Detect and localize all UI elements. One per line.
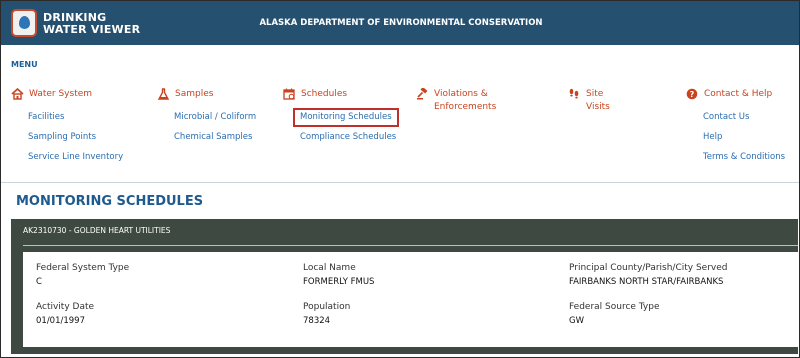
menu-link-contact-us[interactable]: Contact Us [703,112,785,123]
menu-link-terms-conditions[interactable]: Terms & Conditions [703,152,785,163]
field-principal-county: Principal County/Parish/City Served FAIR… [569,263,728,287]
menu-title: MENU [11,60,38,69]
field-local-name: Local Name FORMERLY FMUS [303,263,374,287]
menu-col-contact-help: ? Contact & Help Contact Us Help Terms &… [686,88,785,172]
menu-header-label-line2: Visits [586,102,610,112]
menu-header-label-line1: Violations & [434,89,488,99]
menu-header-label: Schedules [301,89,348,99]
field-activity-date: Activity Date 01/01/1997 [36,302,94,326]
panel-divider [23,245,798,246]
menu-link-compliance-schedules[interactable]: Compliance Schedules [300,132,399,143]
menu-link-facilities[interactable]: Facilities [28,112,123,123]
menu-link-monitoring-schedules[interactable]: Monitoring Schedules [293,108,399,127]
field-label: Population [303,302,351,312]
menu-header-water-system[interactable]: Water System [11,87,123,101]
field-label: Activity Date [36,302,95,312]
menu-header-contact-help[interactable]: ? Contact & Help [686,88,785,101]
page-title: MONITORING SCHEDULES [16,194,204,209]
field-population: Population 78324 [303,302,350,326]
menu-header-label-line1: Site [586,89,604,99]
menu-divider [1,182,799,183]
menu-header-label: Samples [175,89,214,99]
menu-col-site-visits: Site Visits [568,88,610,114]
menu-link-microbial-coliform[interactable]: Microbial / Coliform [174,112,256,123]
footprints-icon [568,88,581,100]
field-value: C [36,277,42,287]
menu-col-water-system: Water System Facilities Sampling Points … [11,87,123,172]
menu-col-samples: Samples Microbial / Coliform Chemical Sa… [157,88,256,152]
menu-header-label-line2: Enforcements [434,102,497,112]
gavel-icon [416,87,429,100]
house-icon [11,87,24,100]
field-value: 01/01/1997 [36,316,85,326]
menu-link-sampling-points[interactable]: Sampling Points [28,132,123,143]
field-value: FORMERLY FMUS [303,277,375,287]
menu-header-site-visits[interactable]: Site Visits [568,88,610,114]
menu-col-violations: Violations & Enforcements [416,87,497,114]
field-label: Principal County/Parish/City Served [569,263,728,273]
menu-header-label: Contact & Help [704,89,773,99]
menu-link-service-line-inventory[interactable]: Service Line Inventory [28,152,123,163]
field-label: Federal Source Type [569,302,660,312]
menu-header-samples[interactable]: Samples [157,88,256,101]
field-label: Local Name [303,263,356,273]
field-value: GW [569,316,584,326]
app-header: DRINKING WATER VIEWER ALASKA DEPARTMENT … [1,1,799,45]
menu-header-schedules[interactable]: Schedules [283,88,399,101]
field-federal-system-type: Federal System Type C [36,263,129,287]
menu-col-schedules: Schedules Monitoring Schedules Complianc… [283,88,399,152]
menu-header-label: Water System [29,89,93,99]
field-value: 78324 [303,316,331,326]
system-panel: AK2310730 - GOLDEN HEART UTILITIES Feder… [11,219,798,354]
department-name: ALASKA DEPARTMENT OF ENVIRONMENTAL CONSE… [259,18,543,28]
flask-icon [157,88,170,100]
field-value: FAIRBANKS NORTH STAR/FAIRBANKS [569,277,724,287]
help-icon: ? [686,88,699,100]
svg-text:?: ? [690,90,695,99]
calendar-icon [283,88,296,100]
field-label: Federal System Type [36,263,130,273]
field-federal-source-type: Federal Source Type GW [569,302,660,326]
menu-link-chemical-samples[interactable]: Chemical Samples [174,132,256,143]
system-title: AK2310730 - GOLDEN HEART UTILITIES [23,226,171,235]
menu-link-help[interactable]: Help [703,132,785,143]
menu-header-violations[interactable]: Violations & Enforcements [416,87,497,114]
system-details-card: Federal System Type C Local Name FORMERL… [23,252,798,347]
